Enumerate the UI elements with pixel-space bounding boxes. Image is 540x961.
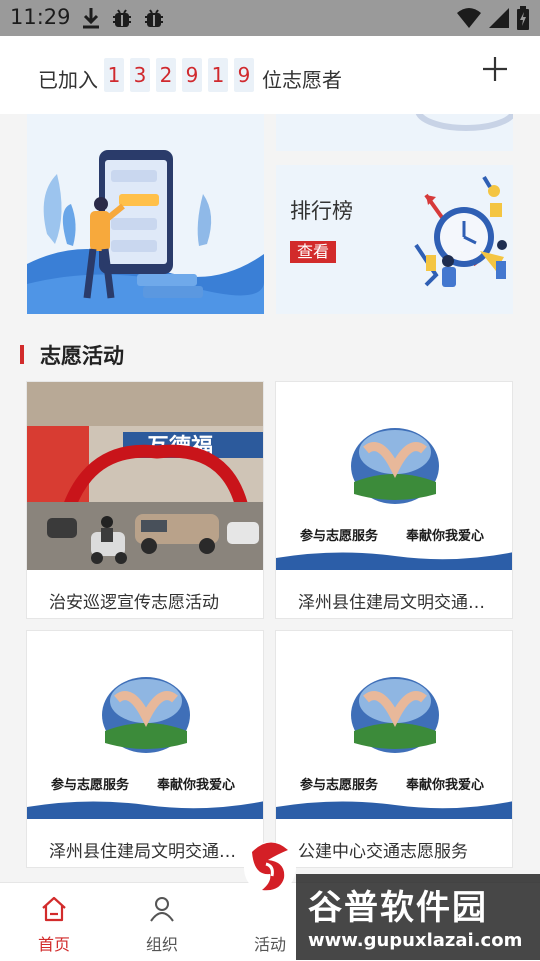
notification-icons [80, 4, 166, 32]
volunteer-poster: 参与志愿服务 奉献你我爱心 [276, 382, 512, 570]
count-digit: 1 [208, 58, 228, 92]
activity-card[interactable]: 互德福 治安巡逻宣传志愿活动 [26, 381, 264, 619]
poster-left-text: 参与志愿服务 [51, 777, 130, 793]
activity-card[interactable]: 参与志愿服务 奉献你我爱心 泽州县住建局文明交通志愿服务 [26, 630, 264, 868]
poster-right-text: 奉献你我爱心 [405, 528, 484, 544]
section-accent-bar [20, 345, 24, 364]
section-title: 志愿活动 [40, 344, 124, 368]
poster-left-text: 参与志愿服务 [300, 777, 379, 793]
poster-right-text: 奉献你我爱心 [405, 777, 484, 793]
activity-title: 泽州县住建局文明交通志愿服务 [298, 593, 498, 613]
person-icon [150, 897, 174, 922]
clock-illustration [414, 175, 507, 287]
system-icons [456, 4, 530, 32]
status-bar: 11:29 [0, 0, 540, 36]
home-icon [42, 896, 66, 922]
volunteer-count: 1 3 2 9 1 9 [104, 58, 254, 92]
volunteer-logo-icon[interactable] [240, 832, 300, 898]
tab-organization[interactable]: 组织 [122, 883, 202, 961]
bug-icon [113, 9, 131, 27]
banner-illustration [415, 114, 513, 131]
join-suffix-label: 位志愿者 [262, 68, 342, 92]
count-digit: 1 [104, 58, 124, 92]
volunteer-poster: 参与志愿服务 奉献你我爱心 [27, 631, 263, 819]
tab-home[interactable]: 首页 [14, 883, 94, 961]
count-digit: 9 [182, 58, 202, 92]
poster-left-text: 参与志愿服务 [300, 528, 379, 544]
volunteer-counter-bar: 已加入 1 3 2 9 1 9 位志愿者 [0, 36, 540, 114]
activity-title: 泽州县住建局文明交通志愿服务 [49, 842, 249, 862]
download-icon [83, 8, 99, 29]
watermark-url: www.gupuxlazai.com [308, 930, 523, 951]
activity-title: 公建中心交通志愿服务 [298, 842, 468, 862]
count-digit: 2 [156, 58, 176, 92]
signal-icon [489, 8, 509, 28]
watermark-title: 谷普软件园 [308, 888, 488, 928]
ranking-card[interactable]: 排行榜 查看 [276, 165, 513, 314]
poster-right-text: 奉献你我爱心 [156, 777, 235, 793]
volunteer-poster: 参与志愿服务 奉献你我爱心 [276, 631, 512, 819]
battery-icon [517, 6, 529, 30]
feature-banner[interactable] [276, 114, 513, 151]
bug-icon [145, 9, 163, 27]
activity-card[interactable]: 参与志愿服务 奉献你我爱心 泽州县住建局文明交通志愿服务 [275, 381, 513, 619]
wifi-icon [457, 8, 481, 28]
count-digit: 9 [234, 58, 254, 92]
activity-card[interactable]: 参与志愿服务 奉献你我爱心 公建中心交通志愿服务 [275, 630, 513, 868]
feature-banner[interactable] [27, 114, 264, 314]
count-digit: 3 [130, 58, 150, 92]
site-watermark: 谷普软件园 www.gupuxlazai.com [296, 874, 540, 960]
activity-photo: 互德福 [27, 382, 263, 570]
phone-illustration [27, 150, 264, 314]
plus-icon[interactable] [482, 56, 508, 82]
activity-title: 治安巡逻宣传志愿活动 [49, 593, 219, 613]
status-time: 11:29 [10, 5, 71, 29]
tab-label: 首页 [37, 935, 70, 954]
join-prefix-label: 已加入 [38, 68, 98, 92]
tab-label: 组织 [145, 935, 178, 954]
